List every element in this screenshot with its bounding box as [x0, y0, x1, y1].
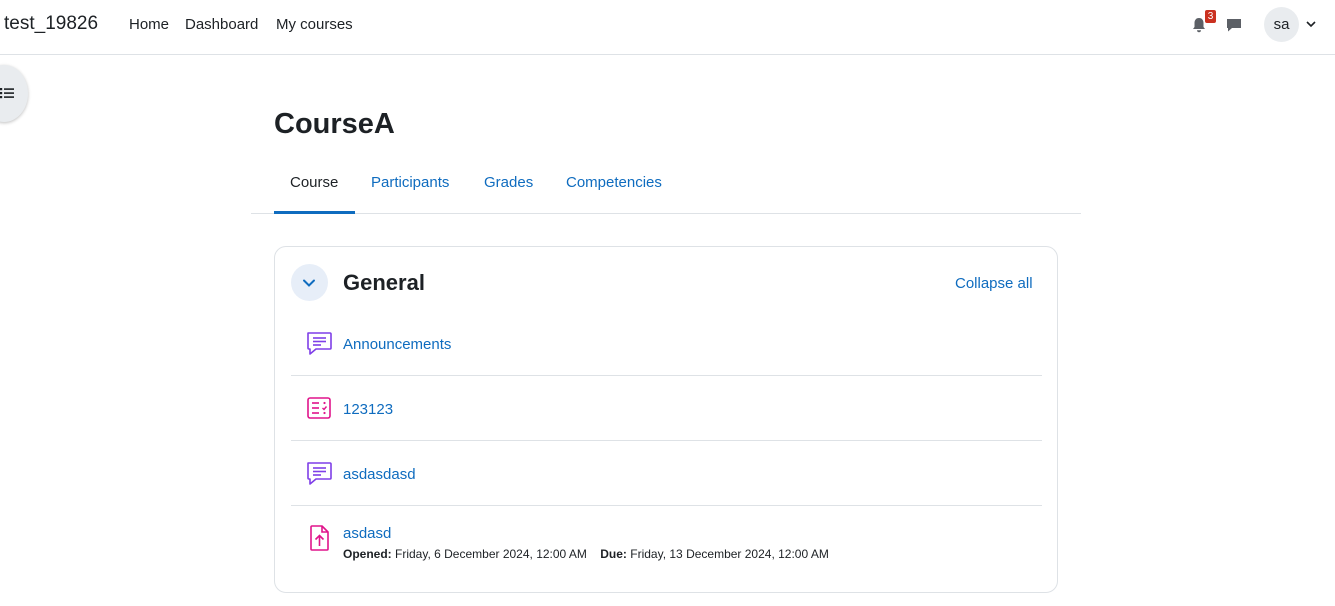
- course-secondary-nav: Course Participants Grades Competencies: [251, 160, 1081, 214]
- activity-item: 123123: [291, 376, 1042, 441]
- notification-count-badge: 3: [1205, 10, 1216, 23]
- messages-icon[interactable]: [1225, 16, 1243, 34]
- page-title: CourseA: [274, 108, 395, 140]
- opened-label: Opened:: [343, 547, 392, 561]
- section-title: General: [343, 270, 425, 295]
- activity-item: Announcements: [291, 311, 1042, 376]
- collapse-all-link[interactable]: Collapse all: [955, 275, 1033, 292]
- forum-icon: [307, 332, 332, 355]
- list-icon: [0, 88, 14, 99]
- due-date: Friday, 13 December 2024, 12:00 AM: [630, 547, 829, 561]
- quiz-icon: [307, 397, 331, 419]
- section-collapse-button[interactable]: [291, 264, 328, 301]
- user-menu-chevron-down-icon[interactable]: [1305, 18, 1317, 30]
- user-avatar[interactable]: sa: [1264, 7, 1299, 42]
- activity-link[interactable]: Announcements: [343, 336, 451, 353]
- activity-item: asdasd Opened: Friday, 6 December 2024, …: [291, 506, 1042, 586]
- tab-course[interactable]: Course: [290, 174, 338, 191]
- activity-link[interactable]: 123123: [343, 401, 393, 418]
- activity-link[interactable]: asdasd: [343, 525, 391, 542]
- course-section-general: General Collapse all Announcements 12312…: [274, 246, 1058, 593]
- active-tab-indicator: [274, 211, 355, 214]
- due-label: Due:: [600, 547, 627, 561]
- activity-link[interactable]: asdasdasd: [343, 466, 416, 483]
- site-brand[interactable]: test_19826: [4, 13, 98, 35]
- assignment-upload-icon: [310, 525, 329, 551]
- nav-dashboard-link[interactable]: Dashboard: [185, 16, 258, 33]
- forum-icon: [307, 462, 332, 485]
- tab-competencies[interactable]: Competencies: [566, 174, 662, 191]
- tab-participants[interactable]: Participants: [371, 174, 449, 191]
- tab-grades[interactable]: Grades: [484, 174, 533, 191]
- activity-dates: Opened: Friday, 6 December 2024, 12:00 A…: [343, 547, 829, 561]
- nav-home-link[interactable]: Home: [129, 16, 169, 33]
- chevron-down-icon: [303, 279, 315, 287]
- opened-date: Friday, 6 December 2024, 12:00 AM: [395, 547, 587, 561]
- activity-item: asdasdasd: [291, 441, 1042, 506]
- nav-my-courses-link[interactable]: My courses: [276, 16, 353, 33]
- top-navbar: test_19826 Home Dashboard My courses 3 s…: [0, 0, 1335, 55]
